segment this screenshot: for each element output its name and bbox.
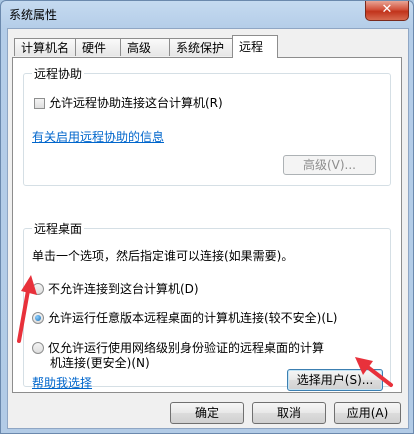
radio-nla-only[interactable] <box>32 342 44 354</box>
ok-button[interactable]: 确定 <box>170 402 244 424</box>
allow-remote-assistance-label: 允许远程协助连接这台计算机(R) <box>49 96 223 110</box>
tab-system-protection[interactable]: 系统保护 <box>169 38 233 56</box>
remote-desktop-instruction: 单击一个选项，然后指定谁可以连接(如果需要)。 <box>32 249 294 263</box>
allow-remote-assistance-checkbox[interactable] <box>34 98 45 109</box>
remote-desktop-group: 远程桌面 单击一个选项，然后指定谁可以连接(如果需要)。 不允许连接到这台计算机… <box>23 220 391 391</box>
tab-computer-name[interactable]: 计算机名 <box>14 38 76 56</box>
annotation-arrow-up-icon <box>17 275 37 343</box>
tab-remote[interactable]: 远程 <box>232 35 278 58</box>
help-me-choose-link[interactable]: 帮助我选择 <box>32 374 92 391</box>
option-nla-only-label-line1: 仅允许运行使用网络级别身份验证的远程桌面的计算 <box>48 341 325 355</box>
remote-assistance-group: 远程协助 允许远程协助连接这台计算机(R) 有关启用远程协助的信息 高级(V).… <box>23 65 391 186</box>
option-no-connections-label: 不允许连接到这台计算机(D) <box>48 282 199 296</box>
cancel-button[interactable]: 取消 <box>252 402 326 424</box>
apply-button[interactable]: 应用(A) <box>334 402 401 424</box>
option-allow-any-version-label: 允许运行任意版本远程桌面的计算机连接(较不安全)(L) <box>48 311 338 325</box>
window-title: 系统属性 <box>9 8 58 22</box>
option-allow-any-version[interactable]: 允许运行任意版本远程桌面的计算机连接(较不安全)(L) <box>32 309 337 326</box>
remote-assistance-title: 远程协助 <box>32 65 85 82</box>
advanced-button[interactable]: 高级(V)... <box>283 155 376 175</box>
remote-desktop-title: 远程桌面 <box>32 220 85 237</box>
tab-hardware[interactable]: 硬件 <box>75 38 121 56</box>
remote-tab-panel: 远程协助 允许远程协助连接这台计算机(R) 有关启用远程协助的信息 高级(V).… <box>12 57 402 393</box>
system-properties-window: 系统属性 ✕ 计算机名 硬件 高级 系统保护 远程 远程协助 允许远程协助连接这… <box>0 0 414 434</box>
dialog-client-area: 计算机名 硬件 高级 系统保护 远程 远程协助 允许远程协助连接这台计算机(R)… <box>7 28 409 429</box>
tab-advanced[interactable]: 高级 <box>120 38 170 56</box>
annotation-arrow-left-icon <box>355 357 393 387</box>
close-button[interactable]: ✕ <box>365 1 409 21</box>
close-icon: ✕ <box>381 2 393 17</box>
option-nla-only-label-line2: 机连接(更安全)(N) <box>50 356 150 370</box>
allow-remote-assistance-row[interactable]: 允许远程协助连接这台计算机(R) <box>34 94 223 111</box>
remote-assistance-info-link[interactable]: 有关启用远程协助的信息 <box>32 128 164 145</box>
title-bar[interactable]: 系统属性 ✕ <box>1 1 413 27</box>
option-no-connections[interactable]: 不允许连接到这台计算机(D) <box>32 280 199 297</box>
